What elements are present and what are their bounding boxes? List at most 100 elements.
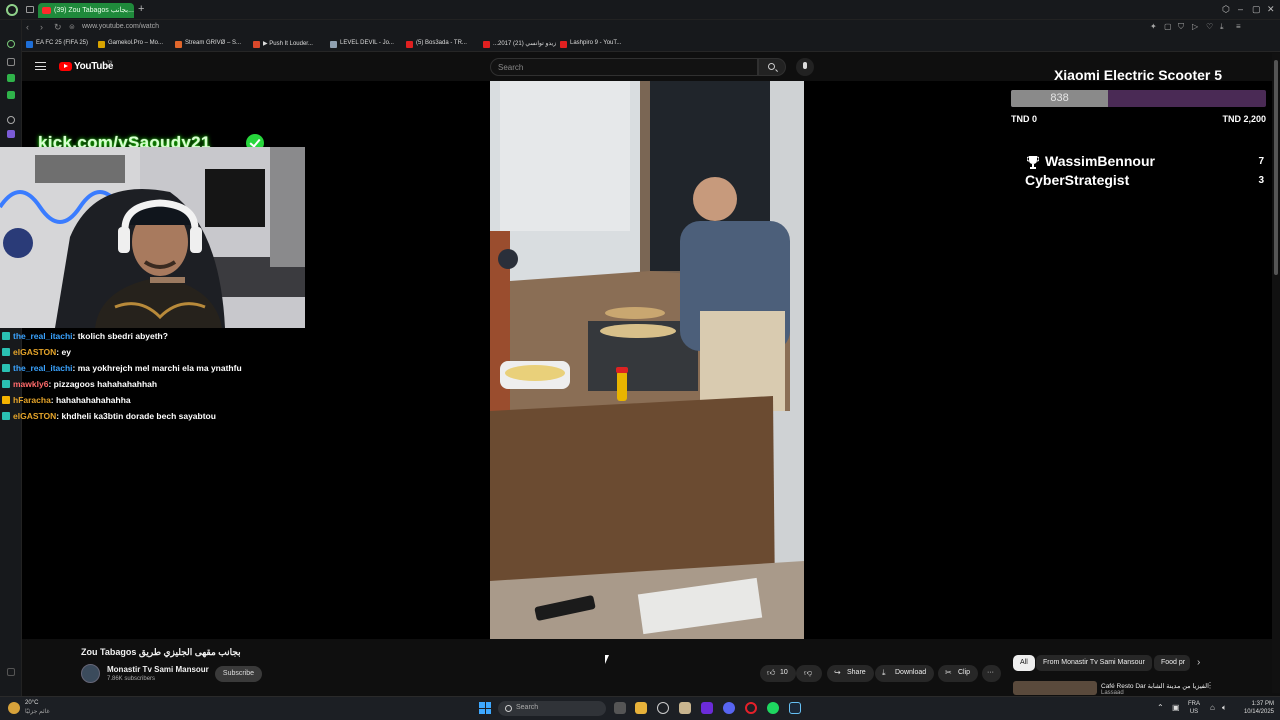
recommended-video-thumbnail[interactable]	[1013, 681, 1097, 695]
bookmark-item[interactable]: ...2017 زيدو توانسي (21)	[483, 40, 556, 48]
tray-overflow-icon[interactable]: ⌃	[1157, 703, 1164, 712]
dislike-button[interactable]: 👎︎	[796, 665, 822, 682]
recommended-more-icon[interactable]: ⋮	[1206, 681, 1214, 690]
more-actions-button[interactable]: ···	[982, 665, 1001, 682]
clip-button[interactable]: ✂ Clip	[938, 665, 979, 682]
weather-icon[interactable]	[8, 702, 20, 714]
hamburger-menu-icon[interactable]	[35, 62, 46, 70]
vpn-icon[interactable]: ⛉	[1178, 22, 1184, 32]
share-button[interactable]: ↪ Share	[827, 665, 874, 682]
weather-temperature[interactable]: 20°C	[25, 700, 38, 706]
close-window-button[interactable]: ✕	[1267, 4, 1275, 15]
bookmark-item[interactable]: ▶ Push It Louder...	[253, 40, 313, 48]
input-language-indicator[interactable]: FRA US	[1188, 700, 1200, 716]
goal-min-label: TND 0	[1011, 114, 1038, 124]
extensions-icon[interactable]: ⬡	[1222, 4, 1230, 15]
video-frame[interactable]	[490, 81, 804, 639]
new-tab-button[interactable]: +	[138, 3, 144, 15]
weather-description[interactable]: غائم جزئيًا	[25, 708, 50, 715]
pin-icon[interactable]	[7, 116, 15, 124]
chip-from-channel[interactable]: From Monastir Tv Sami Mansour	[1036, 655, 1152, 671]
steam-app-icon[interactable]	[789, 702, 801, 714]
download-arrow-icon: ⤓	[882, 668, 886, 677]
taskbar-search-input[interactable]: Search	[498, 701, 606, 716]
gx-corner-icon[interactable]	[7, 668, 15, 676]
discord-icon[interactable]	[7, 130, 15, 138]
player-icon[interactable]: ▷	[1192, 22, 1198, 31]
menu-icon[interactable]: ≡	[1236, 22, 1241, 31]
download-button[interactable]: ⤓ Download	[875, 665, 935, 682]
youtube-country-code: TN	[107, 59, 113, 64]
site-info-icon[interactable]: ⊜	[69, 23, 75, 31]
opera-gx-app-icon[interactable]	[745, 702, 757, 714]
bookmark-item[interactable]: Lashpiro 9 - YouT...	[560, 40, 621, 48]
network-icon[interactable]: ⌂	[1210, 703, 1215, 712]
volume-icon[interactable]: 🔈︎	[1222, 703, 1227, 713]
url-field[interactable]: www.youtube.com/watch	[82, 23, 159, 30]
opera-logo-icon[interactable]	[6, 4, 18, 16]
download-icon[interactable]: ⤓	[1220, 22, 1224, 32]
history-icon[interactable]	[7, 40, 15, 48]
minimize-button[interactable]: –	[1238, 4, 1243, 14]
whatsapp-icon[interactable]	[7, 74, 15, 82]
back-icon[interactable]: ‹	[26, 22, 29, 32]
search-button[interactable]	[758, 58, 786, 76]
tray-app-icon[interactable]: ▣	[1172, 703, 1180, 712]
chrome-icon[interactable]	[657, 702, 669, 714]
page-scrollbar-thumb[interactable]	[1274, 60, 1278, 275]
recommended-video-title[interactable]: Café Resto Dar الفيزيا من مدينة الشابة	[1101, 682, 1209, 690]
bookmark-favicon-icon	[98, 41, 105, 48]
thumbs-down-icon: 👎︎	[804, 668, 813, 677]
forward-icon[interactable]: ›	[40, 22, 43, 32]
chat-badge-icon	[2, 412, 10, 420]
address-bar: ‹ › ↻ ⊜ www.youtube.com/watch ✦ ▢ ⛉ ▷ ♡ …	[22, 20, 1280, 37]
active-tab[interactable]: (39) Zou Tabagos بجانب...	[38, 3, 134, 18]
maximize-button[interactable]: ▢	[1252, 4, 1261, 15]
bookmark-item[interactable]: (5) Bos3ada - TR...	[406, 40, 467, 48]
chip-all[interactable]: All	[1013, 655, 1035, 671]
chat-text: : khdheli ka3btin dorade bech sayabtou	[56, 411, 216, 421]
bookmark-item[interactable]: Gamekol.Pro – Mo...	[98, 40, 163, 48]
bookmark-item[interactable]: Stream GRIVØ – S...	[175, 40, 241, 48]
subscribe-button[interactable]: Subscribe	[215, 666, 262, 682]
channel-avatar[interactable]	[81, 664, 100, 683]
notes-app-icon[interactable]	[679, 702, 691, 714]
browser-sidebar	[0, 20, 22, 696]
chat-username[interactable]: elGASTON	[13, 411, 56, 421]
messenger-icon[interactable]	[7, 91, 15, 99]
chat-username[interactable]: hFaracha	[13, 395, 51, 405]
voice-search-icon[interactable]	[796, 58, 814, 76]
bookmark-favicon-icon	[483, 41, 490, 48]
thumbs-up-icon: 👍︎	[767, 668, 776, 677]
chat-username[interactable]: mawkly6	[13, 379, 48, 389]
windows-start-icon[interactable]	[479, 702, 491, 714]
tab-menu-icon[interactable]	[26, 6, 34, 13]
bookmark-item[interactable]: LEVEL DEVIL - Jo...	[330, 40, 394, 48]
like-button[interactable]: 👍︎ 10	[760, 665, 796, 682]
goal-current-amount: 838	[1050, 92, 1069, 104]
discord-app-icon[interactable]	[723, 702, 735, 714]
snapshot-icon[interactable]: ▢	[1164, 22, 1172, 31]
chat-message: elGASTON: khdheli ka3btin dorade bech sa…	[2, 411, 216, 421]
bookmark-icon[interactable]: ✦	[1150, 22, 1157, 31]
bookmark-item[interactable]: EA FC 25 (FIFA 25)	[26, 40, 88, 48]
chat-username[interactable]: the_real_itachi	[13, 363, 73, 373]
chat-message: elGASTON: ey	[2, 347, 71, 357]
reload-icon[interactable]: ↻	[54, 22, 62, 33]
lang-bottom: US	[1189, 709, 1199, 715]
task-view-icon[interactable]	[614, 702, 626, 714]
trophy-icon	[1027, 156, 1039, 169]
search-input[interactable]: Search	[490, 58, 758, 76]
heart-icon[interactable]: ♡	[1206, 22, 1213, 31]
chat-username[interactable]: elGASTON	[13, 347, 56, 357]
system-clock[interactable]: 1:37 PM 10/14/2025	[1234, 700, 1274, 716]
file-explorer-icon[interactable]	[635, 702, 647, 714]
lock-icon[interactable]	[7, 58, 15, 66]
spotify-app-icon[interactable]	[767, 702, 779, 714]
youtube-logo-icon[interactable]	[59, 62, 72, 71]
chip-food[interactable]: Food pr	[1154, 655, 1190, 671]
chips-next-chevron-icon[interactable]: ›	[1197, 657, 1200, 668]
nextbot-app-icon[interactable]	[701, 702, 713, 714]
chat-username[interactable]: the_real_itachi	[13, 331, 73, 341]
channel-name[interactable]: Monastir Tv Sami Mansour	[107, 665, 209, 674]
